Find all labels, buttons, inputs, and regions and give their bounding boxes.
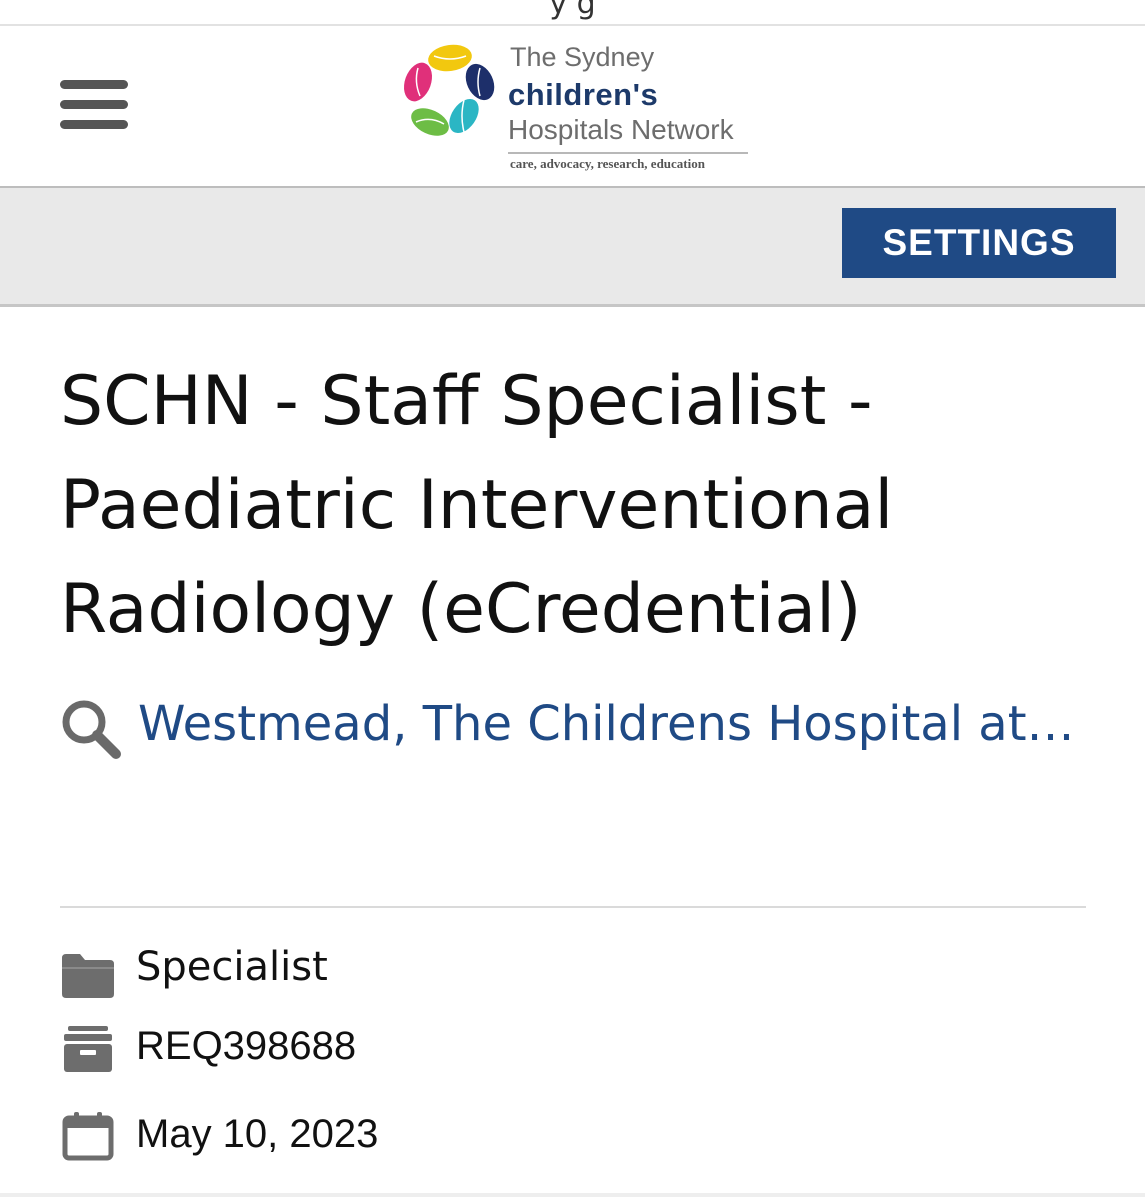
bottom-divider [0, 1193, 1145, 1197]
job-location: Westmead, The Childrens Hospital at W… [60, 692, 1090, 762]
schn-logo[interactable]: The Sydney children's Hospitals Network … [394, 36, 754, 176]
job-posted-date: May 10, 2023 [60, 1108, 760, 1168]
top-strip: y g [0, 0, 1145, 26]
calendar-icon [62, 1112, 114, 1161]
job-category: Specialist [60, 942, 760, 1002]
logo-line-1: The Sydney [510, 42, 655, 72]
section-divider [60, 906, 1086, 908]
job-category-text: Specialist [136, 944, 328, 990]
archive-box-icon [64, 1026, 112, 1072]
logo-tagline: care, advocacy, research, education [510, 156, 705, 171]
logo-line-3: Hospitals Network [508, 114, 734, 145]
settings-button[interactable]: SETTINGS [842, 208, 1116, 278]
hamburger-icon[interactable] [60, 80, 128, 130]
toolbar: SETTINGS [0, 186, 1145, 307]
top-strip-partial-text: y g [549, 0, 596, 21]
job-title: SCHN - Staff Specialist - Paediatric Int… [60, 362, 894, 649]
logo-divider [508, 152, 748, 154]
search-icon [62, 700, 121, 759]
site-header: The Sydney children's Hospitals Network … [0, 26, 1145, 186]
job-requisition-text: REQ398688 [136, 1024, 357, 1068]
job-posted-date-text: May 10, 2023 [136, 1112, 379, 1156]
job-requisition: REQ398688 [60, 1020, 760, 1080]
job-location-link[interactable]: Westmead, The Childrens Hospital at W… [138, 696, 1078, 752]
logo-line-2: children's [508, 77, 659, 112]
logo-mark-icon [403, 44, 495, 136]
folder-icon [62, 954, 114, 998]
